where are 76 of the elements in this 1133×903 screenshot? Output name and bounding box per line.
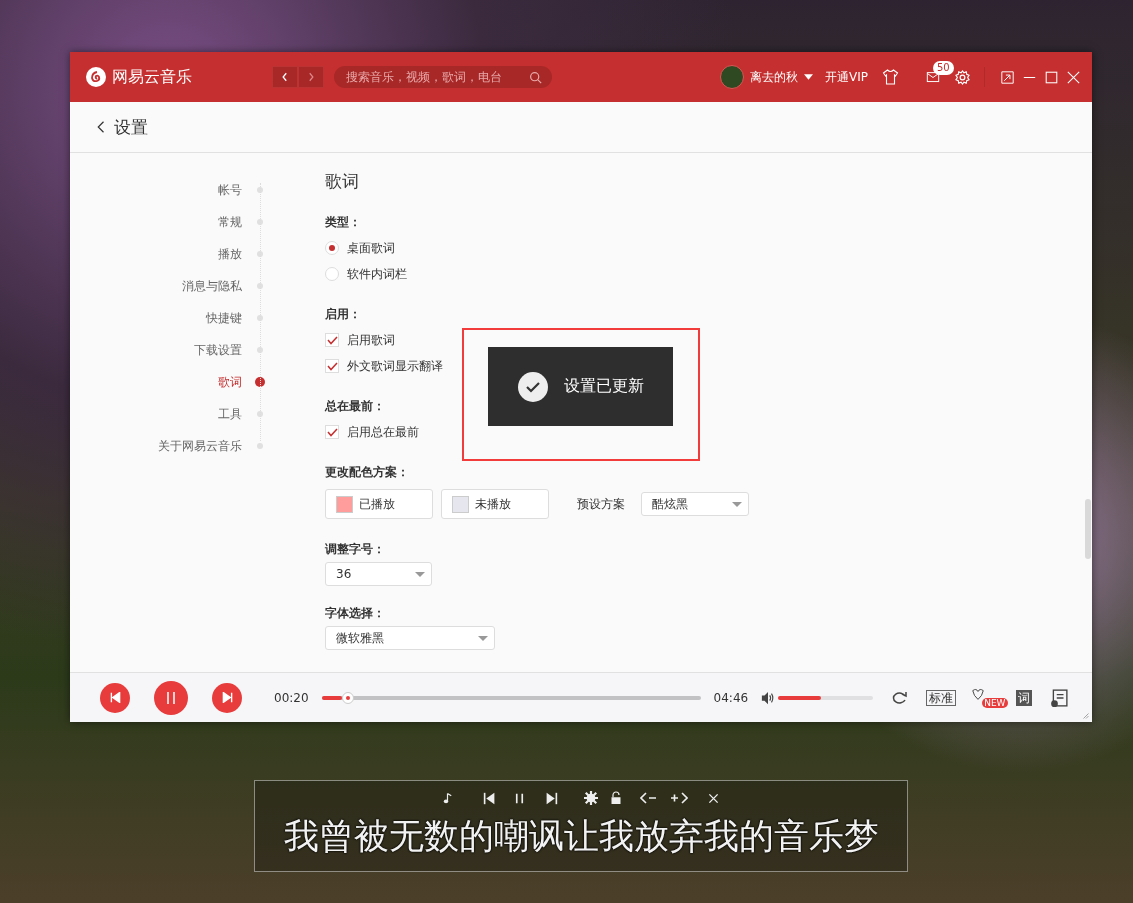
settings-icon[interactable]	[584, 791, 598, 805]
lyric-line: 我曾被无数的嘲讽让我放弃我的音乐梦	[283, 815, 879, 858]
sidebar-item[interactable]: 歌词	[218, 373, 242, 391]
dropdown[interactable]: 36	[325, 562, 432, 586]
group-label: 调整字号：	[325, 541, 386, 558]
preset-dropdown[interactable]: 酷炫黑	[641, 492, 749, 516]
checkbox-label[interactable]: 外文歌词显示翻译	[347, 357, 443, 375]
next-icon[interactable]	[545, 791, 558, 805]
sidebar-item[interactable]: 消息与隐私	[182, 277, 242, 295]
heart-icon[interactable]	[970, 687, 987, 702]
page-title: 设置	[114, 115, 148, 139]
color-picker-button[interactable]: 已播放	[325, 489, 433, 519]
sidebar-item[interactable]: 播放	[218, 245, 242, 263]
timeline-dot	[255, 377, 265, 387]
radio-label[interactable]: 软件内词栏	[347, 265, 407, 283]
maximize-icon[interactable]	[1045, 70, 1058, 84]
previous-icon[interactable]	[483, 791, 496, 805]
volume-fill[interactable]	[778, 695, 821, 700]
playlist-icon[interactable]	[1050, 688, 1069, 707]
quality-button[interactable]: 标准	[926, 689, 957, 706]
elapsed-time: 00:20	[274, 690, 309, 705]
sidebar-item[interactable]: 快捷键	[206, 309, 242, 327]
toast-text: 设置已更新	[563, 376, 644, 397]
loop-icon[interactable]	[890, 689, 909, 706]
mini-mode-icon[interactable]	[1001, 70, 1014, 84]
back-icon[interactable]	[280, 72, 290, 82]
color-picker-button[interactable]: 未播放	[441, 489, 549, 519]
lock-icon[interactable]	[610, 791, 622, 805]
checkbox[interactable]	[325, 359, 339, 373]
user-name[interactable]: 离去的秋	[750, 68, 798, 86]
caret-icon[interactable]	[804, 74, 813, 80]
forward-icon[interactable]	[306, 72, 316, 82]
group-label: 类型：	[325, 214, 362, 231]
section-title: 歌词	[325, 170, 360, 193]
radio-label[interactable]: 桌面歌词	[347, 239, 395, 257]
resize-grip-icon[interactable]	[1081, 711, 1089, 719]
unread-badge: 50	[933, 60, 954, 75]
group-label: 字体选择：	[325, 605, 386, 622]
sidebar-item[interactable]: 常规	[218, 213, 242, 231]
group-label: 总在最前：	[325, 398, 386, 415]
progress-fill[interactable]	[321, 695, 343, 700]
shirt-icon[interactable]	[882, 69, 899, 85]
scrollbar-thumb[interactable]	[1085, 499, 1091, 559]
close-icon[interactable]	[708, 792, 719, 804]
sidebar-item[interactable]: 关于网易云音乐	[158, 437, 242, 455]
radio-button[interactable]	[325, 267, 339, 281]
logo-icon	[86, 67, 106, 87]
sidebar-item[interactable]: 下载设置	[194, 341, 242, 359]
checkbox[interactable]	[325, 425, 339, 439]
mail-icon[interactable]	[925, 70, 941, 84]
dropdown[interactable]: 微软雅黑	[325, 626, 495, 650]
previous-button[interactable]	[100, 682, 130, 713]
preset-label: 预设方案	[577, 495, 625, 513]
timeline-dot	[257, 443, 263, 449]
lyrics-button[interactable]: 词	[1016, 689, 1033, 706]
new-badge: NEW	[982, 697, 1008, 708]
sidebar-item[interactable]: 帐号	[218, 181, 242, 199]
checkbox[interactable]	[325, 333, 339, 347]
pause-button[interactable]	[154, 680, 188, 715]
checkbox-label[interactable]: 启用总在最前	[347, 423, 419, 441]
group-label: 启用：	[325, 306, 362, 323]
checkbox-label[interactable]: 启用歌词	[347, 331, 395, 349]
app-name: 网易云音乐	[112, 66, 193, 88]
shift-forward-icon[interactable]	[670, 792, 688, 804]
radio-button[interactable]	[325, 241, 339, 255]
sidebar-item[interactable]: 工具	[218, 405, 242, 423]
vip-link[interactable]: 开通VIP	[825, 68, 868, 86]
shift-back-icon[interactable]	[640, 792, 658, 804]
progress-thumb[interactable]	[342, 691, 355, 704]
next-button[interactable]	[212, 682, 242, 713]
check-icon	[517, 371, 548, 402]
total-time: 04:46	[713, 690, 749, 705]
search-icon[interactable]	[529, 70, 542, 84]
pause-icon[interactable]	[514, 791, 525, 805]
search-field[interactable]: 搜索音乐，视频，歌词，电台	[334, 66, 552, 88]
group-label: 更改配色方案：	[325, 464, 410, 481]
